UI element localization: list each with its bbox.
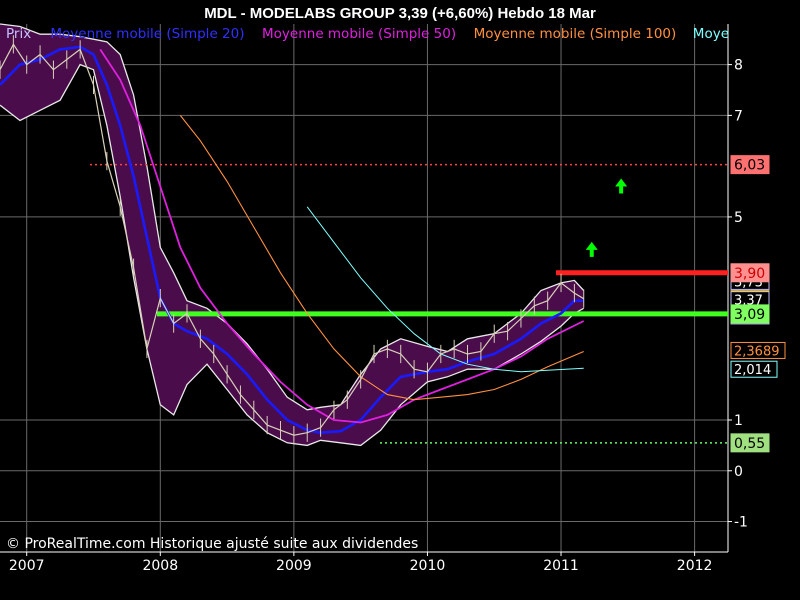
y-tick-label: 5: [734, 210, 743, 226]
y-tick-label: 0: [734, 464, 743, 480]
legend: Prix Moyenne mobile (Simple 20) Moyenne mo…: [6, 26, 729, 42]
x-tick-label: 2010: [410, 558, 446, 574]
series-line-ma20[interactable]: [0, 45, 584, 435]
x-tick-label: 2009: [276, 558, 312, 574]
up-arrow-icon: [615, 178, 628, 194]
axis-value-label: 2,3689: [734, 344, 780, 359]
x-tick-label: 2007: [9, 558, 45, 574]
level-label: 3,90: [734, 266, 765, 282]
y-tick-label: 7: [734, 108, 743, 124]
legend-item: Moyenne mobile (Simple 100): [474, 26, 677, 42]
up-arrow-icon: [585, 241, 598, 257]
y-tick-label: 1: [734, 413, 743, 429]
copyright-note: © ProRealTime.com Historique ajusté suit…: [6, 536, 418, 552]
level-label: 0,55: [734, 436, 765, 452]
legend-item: Prix: [6, 26, 31, 42]
axis-value-label: 2,014: [734, 363, 771, 378]
series-line-ma200[interactable]: [306, 206, 584, 373]
price-chart[interactable]: MDL - MODELABS GROUP 3,39 (+6,60%) Hebdo…: [0, 0, 800, 600]
legend-item: Moyenne mobile (Simple 50): [262, 26, 456, 42]
level-label: 3,09: [734, 307, 765, 323]
plot-area[interactable]: 20072008200920102011201287510-13,733,393…: [0, 23, 786, 574]
chart-title: MDL - MODELABS GROUP 3,39 (+6,60%) Hebdo…: [204, 5, 596, 22]
x-tick-label: 2012: [677, 558, 713, 574]
x-tick-label: 2011: [543, 558, 579, 574]
bollinger-band-fill: [0, 24, 584, 446]
legend-item: Moyenne mobile (Simple 20): [50, 26, 244, 42]
y-tick-label: -1: [734, 515, 748, 531]
y-tick-label: 8: [734, 58, 743, 74]
series-line-price[interactable]: [0, 43, 585, 436]
level-label: 6,03: [734, 158, 765, 174]
x-tick-label: 2008: [142, 558, 178, 574]
legend-item: Moye: [693, 26, 729, 42]
stock-chart-window: MDL - MODELABS GROUP 3,39 (+6,60%) Hebdo…: [0, 0, 800, 600]
